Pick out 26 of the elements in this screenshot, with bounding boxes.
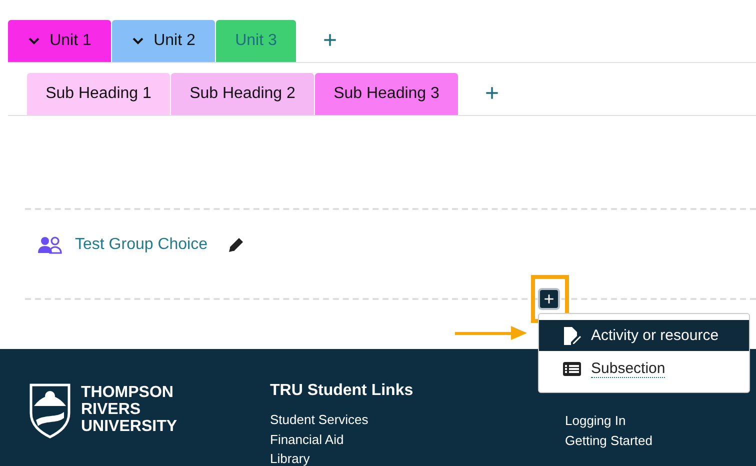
footer-link[interactable]: Library xyxy=(270,449,414,466)
pencil-icon[interactable] xyxy=(228,237,244,253)
footer-link[interactable]: Financial Aid xyxy=(270,430,414,449)
menu-item[interactable]: Activity or resource xyxy=(539,320,749,351)
unit-tab[interactable]: Unit 2 xyxy=(112,20,215,62)
activity-link[interactable]: Test Group Choice xyxy=(75,236,208,254)
footer-heading: TRU Student Links xyxy=(270,382,414,400)
footer-link[interactable]: Logging In xyxy=(565,411,652,430)
pointer-arrow xyxy=(455,326,527,340)
menu-item[interactable]: Subsection xyxy=(539,353,749,384)
sub-heading-tab[interactable]: Sub Heading 2 xyxy=(171,73,314,115)
shield-logo-icon xyxy=(28,382,72,439)
sub-heading-tab[interactable]: Sub Heading 1 xyxy=(27,73,170,115)
add-content-button[interactable]: + xyxy=(538,288,560,310)
add-sub-heading-button[interactable]: + xyxy=(467,73,518,115)
file-edit-icon xyxy=(563,326,581,344)
university-name: RIVERS xyxy=(81,401,142,418)
unit-tab[interactable]: Unit 1 xyxy=(8,20,111,62)
university-name: UNIVERSITY xyxy=(81,418,178,435)
university-name: THOMPSON xyxy=(81,384,174,401)
list-icon xyxy=(563,362,581,376)
add-unit-button[interactable]: + xyxy=(305,20,356,62)
sub-heading-tab[interactable]: Sub Heading 3 xyxy=(315,73,458,115)
footer-link[interactable]: Student Services xyxy=(270,410,414,430)
group-icon xyxy=(38,236,63,254)
footer-link[interactable]: Getting Started xyxy=(565,430,652,450)
